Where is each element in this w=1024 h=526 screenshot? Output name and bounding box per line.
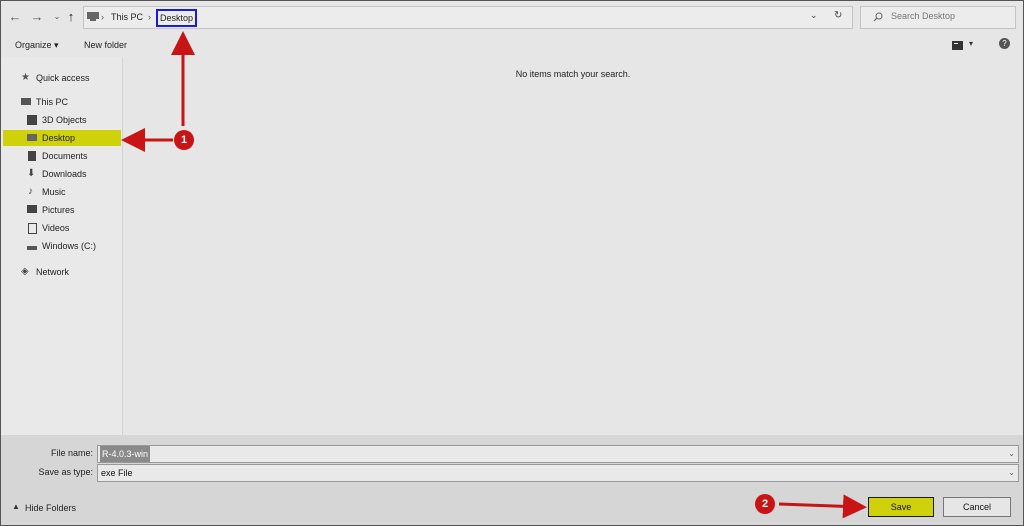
annotation-badge-1: 1 xyxy=(174,130,194,150)
annotation-arrows xyxy=(121,31,867,519)
annotation-badge-2: 2 xyxy=(755,494,775,514)
arrow-to-save xyxy=(778,494,867,519)
save-dialog: ← → ⌄ ↑ › This PC › Desktop ⌄ ↻ Search D… xyxy=(0,0,1024,526)
